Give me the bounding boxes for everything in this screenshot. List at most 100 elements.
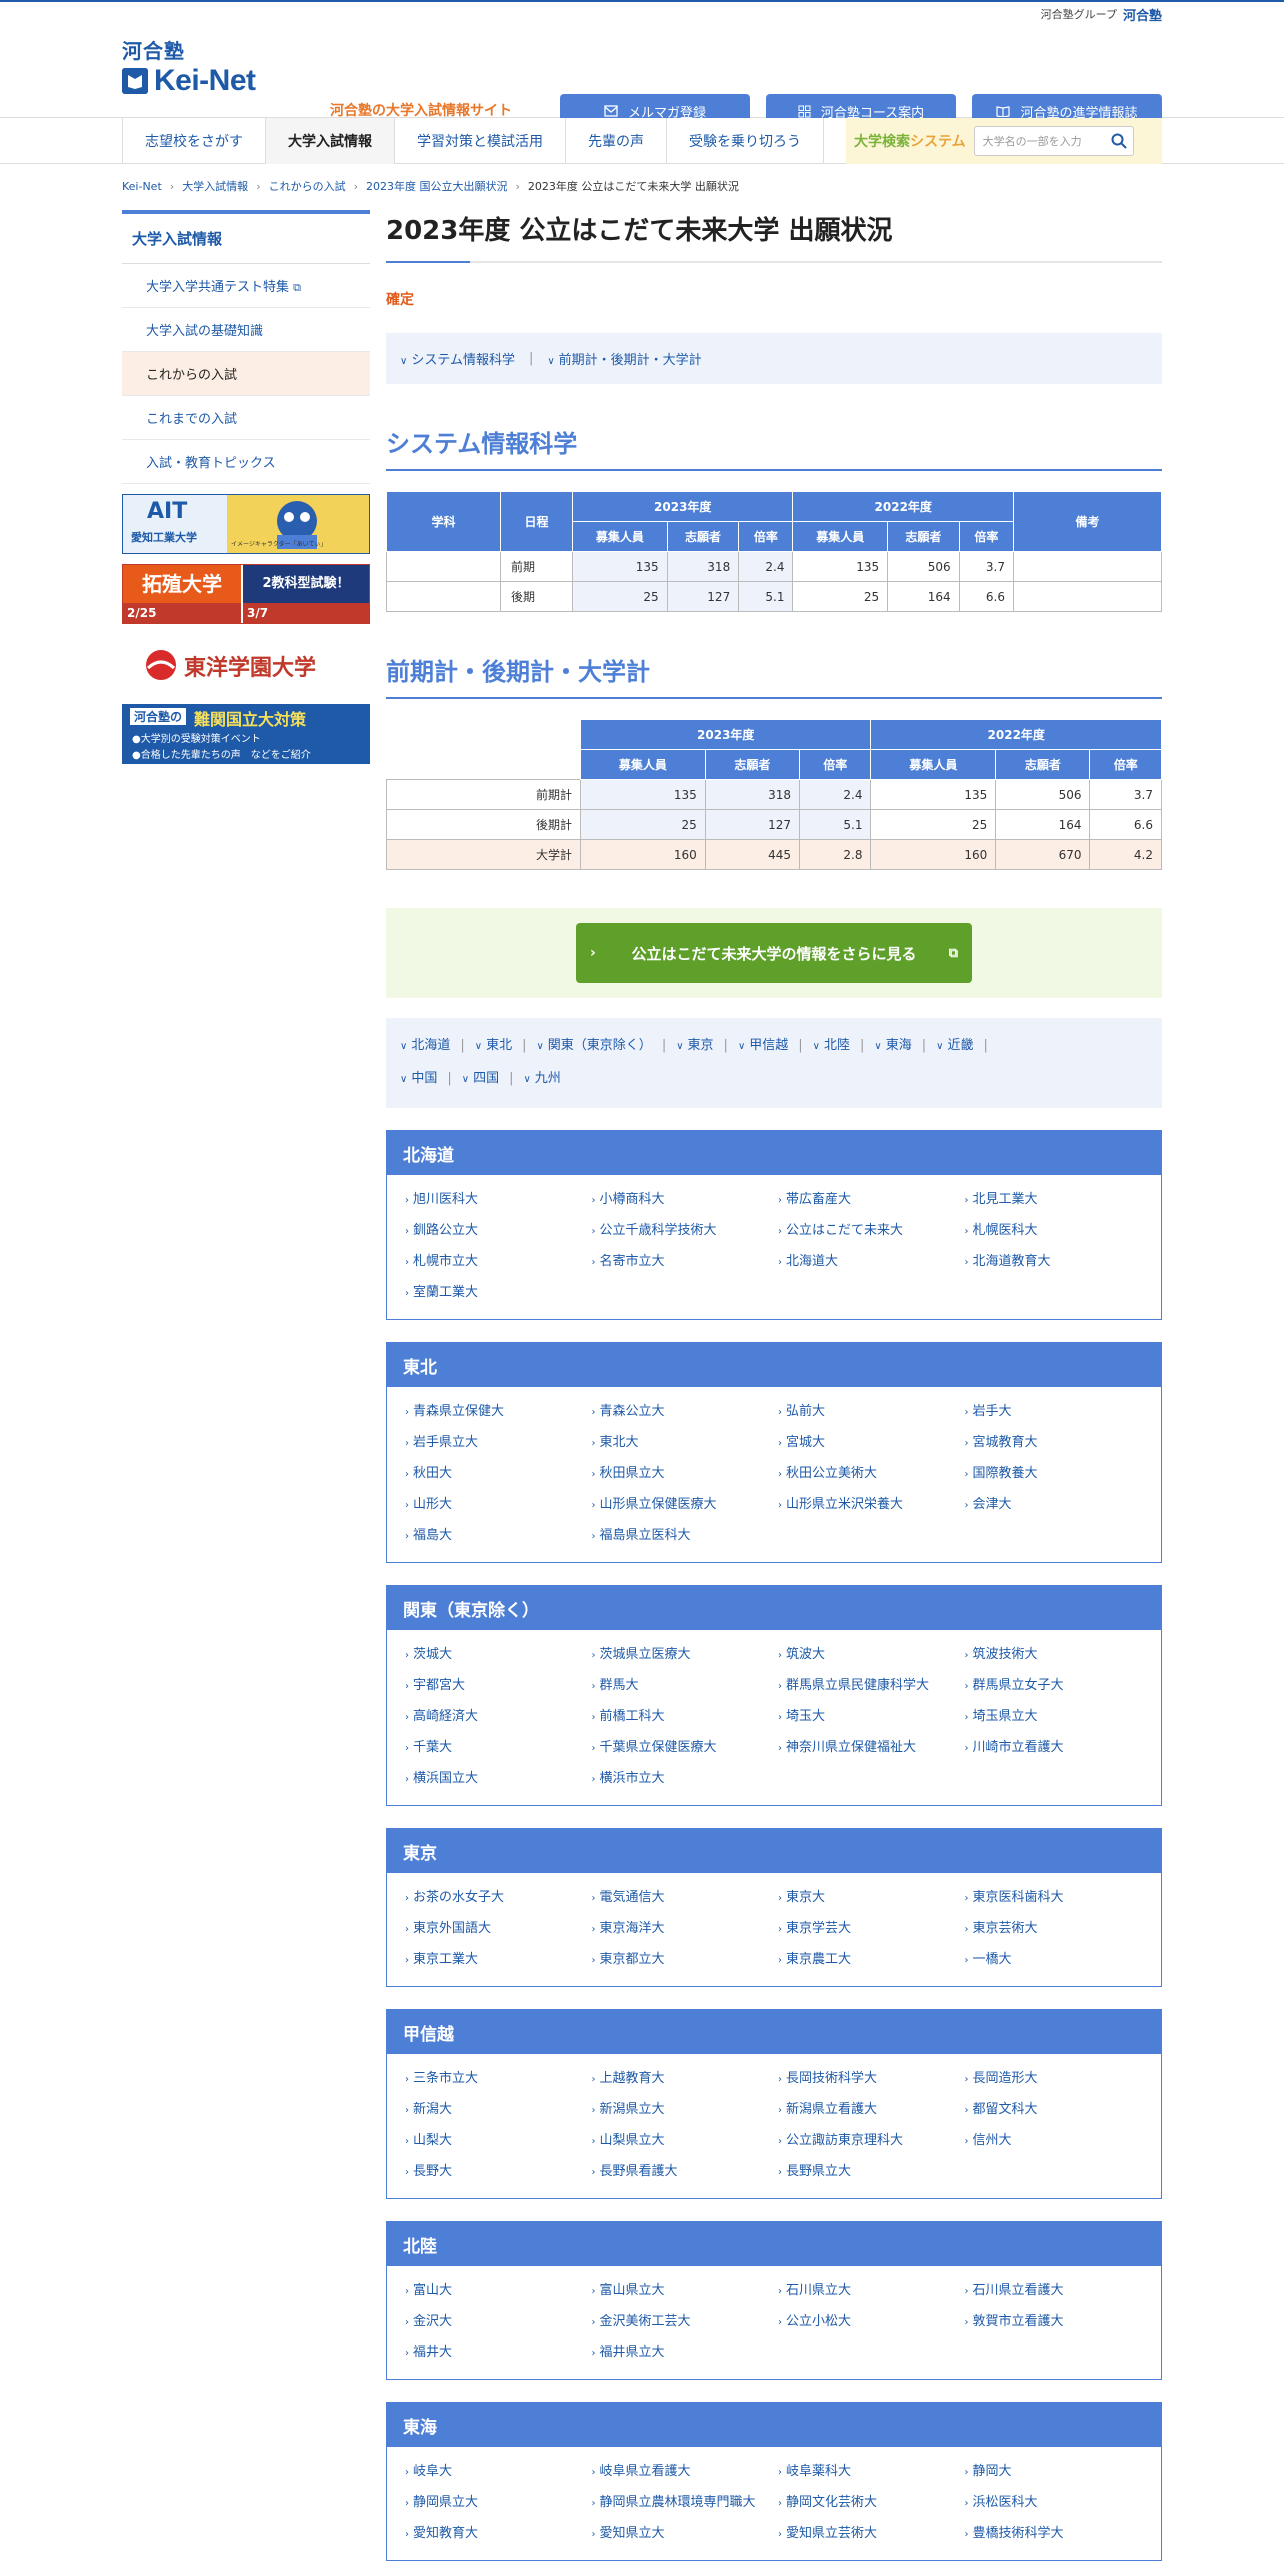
area-jump-link[interactable]: ∨ 東北 xyxy=(475,1038,512,1053)
univ-link[interactable]: › 福井県立大 xyxy=(588,2342,775,2365)
univ-link[interactable]: › 帯広畜産大 xyxy=(774,1189,961,1212)
area-jump-link[interactable]: ∨ 北海道 xyxy=(400,1038,450,1053)
univ-link[interactable]: › 公立諏訪東京理科大 xyxy=(774,2130,961,2153)
univ-link[interactable]: › 長岡技術科学大 xyxy=(774,2068,961,2091)
univ-link[interactable]: › 富山大 xyxy=(401,2280,588,2303)
univ-link[interactable]: › 秋田県立大 xyxy=(588,1463,775,1486)
sidebar-item-upcoming[interactable]: これからの入試 xyxy=(122,352,370,396)
univ-link[interactable]: › 宮城教育大 xyxy=(961,1432,1148,1455)
univ-link[interactable]: › 福井大 xyxy=(401,2342,588,2365)
jump-link-sec2[interactable]: ∨ 前期計・後期計・大学計 xyxy=(547,349,701,368)
univ-link[interactable]: › 群馬県立県民健康科学大 xyxy=(774,1675,961,1698)
univ-link[interactable]: › 岐阜薬科大 xyxy=(774,2461,961,2484)
univ-link[interactable]: › 東北大 xyxy=(588,1432,775,1455)
area-jump-link[interactable]: ∨ 関東（東京除く） xyxy=(536,1038,651,1053)
univ-link[interactable]: › 千葉大 xyxy=(401,1737,588,1760)
univ-link[interactable]: › 秋田公立美術大 xyxy=(774,1463,961,1486)
banner-ait[interactable]: AIT 愛知工業大学 イメージキャラクター「あいてぃ」 xyxy=(122,494,370,554)
univ-link[interactable]: › 公立千歳科学技術大 xyxy=(588,1220,775,1243)
univ-link[interactable]: › 東京医科歯科大 xyxy=(961,1887,1148,1910)
univ-link[interactable]: › 東京学芸大 xyxy=(774,1918,961,1941)
univ-link[interactable]: › 北見工業大 xyxy=(961,1189,1148,1212)
univ-link[interactable]: › 新潟大 xyxy=(401,2099,588,2122)
univ-link[interactable]: › 札幌市立大 xyxy=(401,1251,588,1274)
univ-link[interactable]: › 信州大 xyxy=(961,2130,1148,2153)
univ-link[interactable]: › 静岡文化芸術大 xyxy=(774,2492,961,2515)
univ-link[interactable]: › 愛知教育大 xyxy=(401,2523,588,2546)
univ-link[interactable]: › 東京大 xyxy=(774,1887,961,1910)
site-logo[interactable]: 河合塾 Kei-Net xyxy=(122,40,256,98)
univ-link[interactable]: › 東京海洋大 xyxy=(588,1918,775,1941)
univ-link[interactable]: › 室蘭工業大 xyxy=(401,1282,588,1305)
univ-link[interactable]: › 釧路公立大 xyxy=(401,1220,588,1243)
univ-link[interactable]: › 筑波技術大 xyxy=(961,1644,1148,1667)
univ-link[interactable]: › 千葉県立保健医療大 xyxy=(588,1737,775,1760)
nav-item-survive[interactable]: 受験を乗り切ろう xyxy=(666,118,824,164)
univ-link[interactable]: › 金沢美術工芸大 xyxy=(588,2311,775,2334)
univ-link[interactable]: › 一橋大 xyxy=(961,1949,1148,1972)
nav-item-exam-info[interactable]: 大学入試情報 xyxy=(265,118,394,164)
sidebar-item-basics[interactable]: 大学入試の基礎知識 xyxy=(122,308,370,352)
area-jump-link[interactable]: ∨ 近畿 xyxy=(936,1038,973,1053)
univ-link[interactable]: › 東京農工大 xyxy=(774,1949,961,1972)
area-jump-link[interactable]: ∨ 東京 xyxy=(676,1038,713,1053)
univ-link[interactable]: › 岐阜県立看護大 xyxy=(588,2461,775,2484)
breadcrumb-item[interactable]: これからの入試 xyxy=(269,178,346,194)
univ-link[interactable]: › 青森公立大 xyxy=(588,1401,775,1424)
univ-link[interactable]: › 山形県立保健医療大 xyxy=(588,1494,775,1517)
univ-link[interactable]: › 秋田大 xyxy=(401,1463,588,1486)
area-jump-link[interactable]: ∨ 甲信越 xyxy=(738,1038,788,1053)
univ-link[interactable]: › 東京外国語大 xyxy=(401,1918,588,1941)
search-icon[interactable] xyxy=(1111,133,1127,149)
univ-link[interactable]: › 公立はこだて未来大 xyxy=(774,1220,961,1243)
area-jump-link[interactable]: ∨ 九州 xyxy=(523,1071,560,1086)
group-brand-link[interactable]: 河合塾 xyxy=(1123,5,1162,24)
univ-link[interactable]: › 静岡県立大 xyxy=(401,2492,588,2515)
banner-takushoku[interactable]: 拓殖大学 2教科型試験！ 2/25 3/7 xyxy=(122,564,370,624)
univ-link[interactable]: › 名寄市立大 xyxy=(588,1251,775,1274)
univ-link[interactable]: › 山梨県立大 xyxy=(588,2130,775,2153)
univ-link[interactable]: › 川崎市立看護大 xyxy=(961,1737,1148,1760)
univ-link[interactable]: › 岩手県立大 xyxy=(401,1432,588,1455)
area-jump-link[interactable]: ∨ 北陸 xyxy=(813,1038,850,1053)
univ-link[interactable]: › 長野大 xyxy=(401,2161,588,2184)
univ-link[interactable]: › 高崎経済大 xyxy=(401,1706,588,1729)
banner-nankan[interactable]: 河合塾の 難関国立大対策 ●大学別の受験対策イベント ●合格した先輩たちの声 な… xyxy=(122,704,370,764)
univ-search-input[interactable]: 大学名の一部を入力 xyxy=(973,126,1134,156)
univ-link[interactable]: › 長岡造形大 xyxy=(961,2068,1148,2091)
univ-link[interactable]: › 電気通信大 xyxy=(588,1887,775,1910)
univ-link[interactable]: › 群馬大 xyxy=(588,1675,775,1698)
univ-link[interactable]: › 上越教育大 xyxy=(588,2068,775,2091)
univ-link[interactable]: › 埼玉大 xyxy=(774,1706,961,1729)
univ-link[interactable]: › 弘前大 xyxy=(774,1401,961,1424)
univ-link[interactable]: › 青森県立保健大 xyxy=(401,1401,588,1424)
univ-link[interactable]: › 浜松医科大 xyxy=(961,2492,1148,2515)
univ-link[interactable]: › 都留文科大 xyxy=(961,2099,1148,2122)
univ-link[interactable]: › 金沢大 xyxy=(401,2311,588,2334)
univ-link[interactable]: › 旭川医科大 xyxy=(401,1189,588,1212)
univ-link[interactable]: › 埼玉県立大 xyxy=(961,1706,1148,1729)
breadcrumb-item[interactable]: 2023年度 国公立大出願状況 xyxy=(366,178,508,194)
univ-link[interactable]: › 公立小松大 xyxy=(774,2311,961,2334)
univ-link[interactable]: › 愛知県立大 xyxy=(588,2523,775,2546)
univ-link[interactable]: › 茨城県立医療大 xyxy=(588,1644,775,1667)
univ-link[interactable]: › 長野県看護大 xyxy=(588,2161,775,2184)
univ-link[interactable]: › 横浜国立大 xyxy=(401,1768,588,1791)
univ-link[interactable]: › 宮城大 xyxy=(774,1432,961,1455)
univ-link[interactable]: › 愛知県立芸術大 xyxy=(774,2523,961,2546)
univ-link[interactable]: › 東京工業大 xyxy=(401,1949,588,1972)
univ-link[interactable]: › 横浜市立大 xyxy=(588,1768,775,1791)
nav-item-senpai[interactable]: 先輩の声 xyxy=(565,118,666,164)
univ-link[interactable]: › 小樽商科大 xyxy=(588,1189,775,1212)
univ-link[interactable]: › 神奈川県立保健福祉大 xyxy=(774,1737,961,1760)
univ-link[interactable]: › 石川県立大 xyxy=(774,2280,961,2303)
univ-link[interactable]: › 新潟県立大 xyxy=(588,2099,775,2122)
univ-link[interactable]: › 会津大 xyxy=(961,1494,1148,1517)
breadcrumb-item[interactable]: Kei-Net xyxy=(122,180,162,193)
area-jump-link[interactable]: ∨ 中国 xyxy=(400,1071,437,1086)
univ-link[interactable]: › 新潟県立看護大 xyxy=(774,2099,961,2122)
univ-link[interactable]: › 札幌医科大 xyxy=(961,1220,1148,1243)
nav-item-study[interactable]: 学習対策と模試活用 xyxy=(394,118,565,164)
breadcrumb-item[interactable]: 大学入試情報 xyxy=(182,178,248,194)
univ-link[interactable]: › 北海道大 xyxy=(774,1251,961,1274)
